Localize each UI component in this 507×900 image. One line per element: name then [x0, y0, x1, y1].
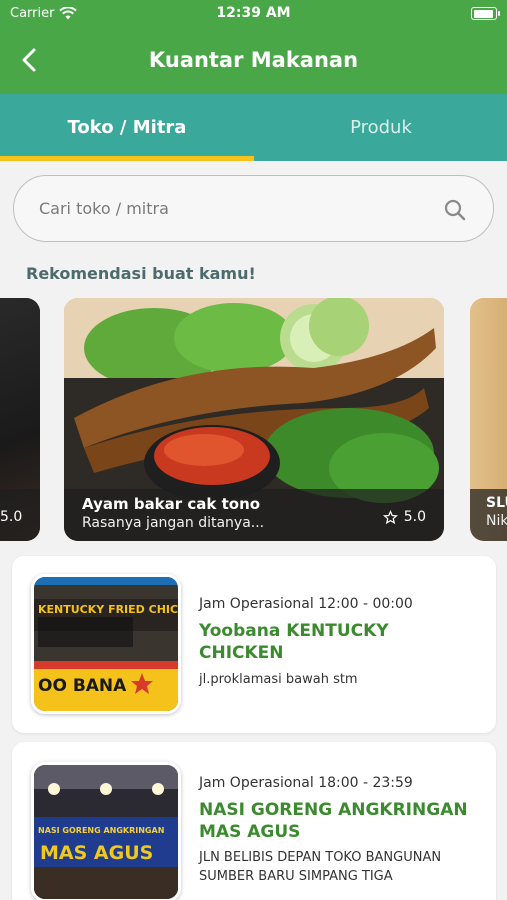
tab-toko-mitra[interactable]: Toko / Mitra: [0, 94, 254, 161]
card-store-name: SLU: [486, 495, 507, 511]
thumb-sign-text: KENTUCKY FRIED CHICKEN: [38, 603, 178, 616]
tab-bar: Toko / Mitra Produk: [0, 94, 507, 161]
store-name: Yoobana KENTUCKY CHICKEN: [199, 620, 484, 664]
recommendation-card[interactable]: Ayam bakar cak tono Rasanya jangan ditan…: [64, 298, 444, 541]
card-rating-group: 5.0: [382, 509, 426, 525]
store-address-line: jl.proklamasi bawah stm: [199, 672, 358, 687]
store-name-line: Yoobana KENTUCKY: [199, 621, 389, 641]
recommendation-carousel[interactable]: 5.0 Ayam bakar cak tono Rasanya jangan d…: [0, 298, 507, 541]
top-app-bar: Kuantar Makanan: [0, 28, 507, 94]
recommendation-card[interactable]: 5.0: [0, 298, 40, 541]
thumb-sign-text: NASI GORENG ANGKRINGAN: [38, 826, 164, 835]
store-list-item[interactable]: NASI GORENG ANGKRINGAN MAS AGUS Jam Oper…: [12, 742, 496, 900]
section-title-recommendations: Rekomendasi buat kamu!: [26, 264, 256, 283]
card-store-name: Ayam bakar cak tono: [82, 495, 261, 513]
recommendation-card[interactable]: SLU Nik: [470, 298, 507, 541]
search-input[interactable]: Cari toko / mitra: [13, 175, 494, 242]
store-name-line: CHICKEN: [199, 643, 284, 663]
thumb-caption-text: OO BANA: [38, 676, 127, 696]
store-name: NASI GORENG ANGKRINGAN MAS AGUS: [199, 799, 484, 843]
store-hours: Jam Operasional 18:00 - 23:59: [199, 775, 413, 791]
store-address: jl.proklamasi bawah stm: [199, 670, 484, 689]
status-time: 12:39 AM: [216, 5, 291, 21]
active-tab-indicator: [0, 156, 254, 161]
store-address: JLN BELIBIS DEPAN TOKO BANGUNAN SUMBER B…: [199, 848, 484, 886]
card-rating: 5.0: [0, 509, 23, 525]
card-description: Nik: [486, 513, 507, 529]
store-address-line: SUMBER BARU SIMPANG TIGA: [199, 869, 393, 884]
store-list-item[interactable]: KENTUCKY FRIED CHICKEN OO BANA Jam Opera…: [12, 556, 496, 733]
search-placeholder: Cari toko / mitra: [39, 199, 169, 218]
store-name-line: MAS AGUS: [199, 822, 301, 842]
store-thumbnail: KENTUCKY FRIED CHICKEN OO BANA: [31, 574, 181, 714]
search-icon[interactable]: [443, 198, 467, 222]
thumb-caption-text: MAS AGUS: [40, 842, 153, 864]
page-title: Kuantar Makanan: [148, 48, 359, 72]
store-thumbnail: NASI GORENG ANGKRINGAN MAS AGUS: [31, 762, 181, 900]
status-bar: Carrier 12:39 AM: [0, 0, 507, 28]
card-rating: 5.0: [403, 509, 426, 525]
card-description: Rasanya jangan ditanya...: [82, 515, 265, 531]
battery-icon: [471, 7, 500, 20]
store-address-line: JLN BELIBIS DEPAN TOKO BANGUNAN: [199, 850, 442, 865]
store-hours: Jam Operasional 12:00 - 00:00: [199, 596, 413, 612]
store-name-line: NASI GORENG ANGKRINGAN: [199, 800, 468, 820]
star-icon: [382, 509, 398, 524]
tab-produk[interactable]: Produk: [254, 94, 507, 161]
